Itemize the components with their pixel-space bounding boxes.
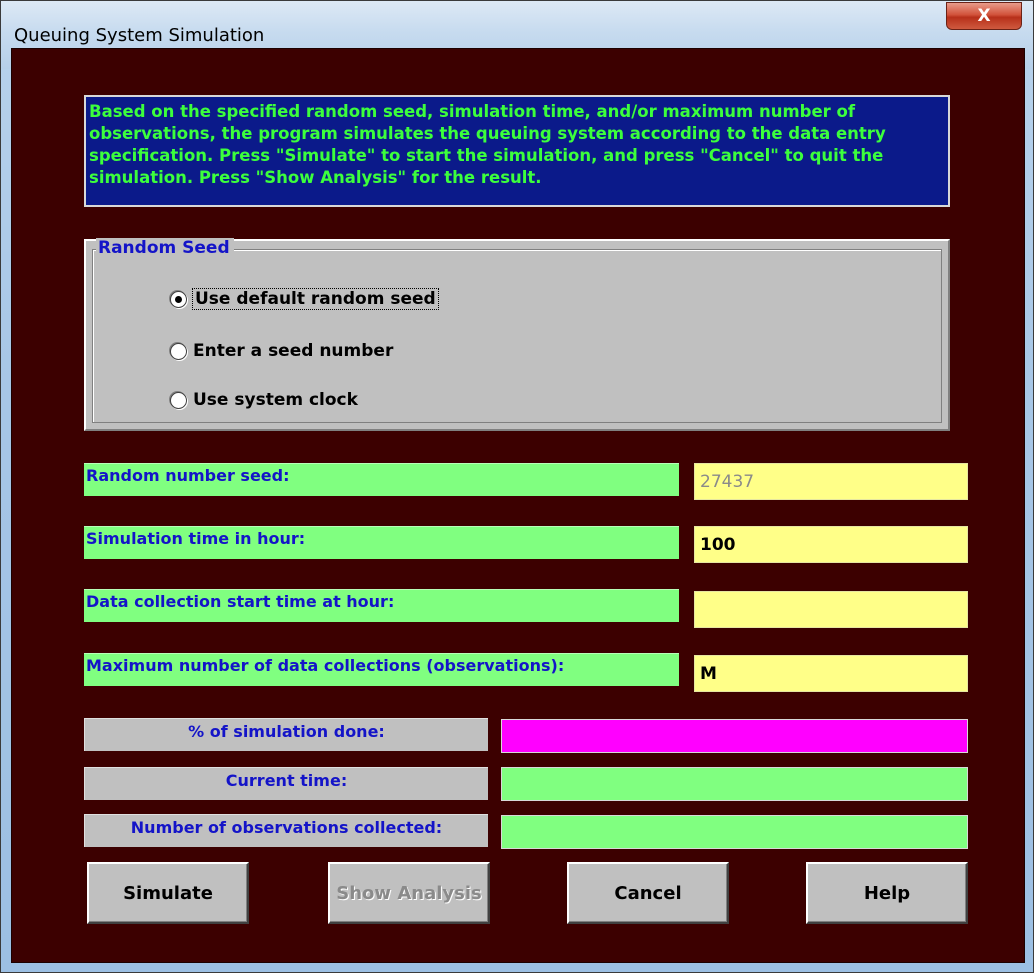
radio-use-system-clock[interactable]: Use system clock	[170, 390, 358, 410]
radio-unselected-icon[interactable]	[170, 391, 187, 409]
current-time-value	[501, 767, 968, 801]
radio-enter-seed-number[interactable]: Enter a seed number	[170, 341, 393, 361]
close-button[interactable]: X	[946, 2, 1022, 30]
percent-done-progress	[501, 719, 968, 753]
random-number-seed-label: Random number seed:	[84, 463, 679, 496]
radio-use-default-seed[interactable]: Use default random seed	[170, 288, 439, 310]
instructions-text: Based on the specified random seed, simu…	[84, 95, 950, 207]
simulation-time-input[interactable]	[694, 526, 968, 563]
random-seed-group: Random Seed Use default random seed Ente…	[84, 238, 950, 431]
radio-label: Enter a seed number	[193, 341, 394, 361]
radio-label: Use system clock	[193, 390, 358, 410]
radio-label: Use default random seed	[192, 288, 439, 310]
observations-collected-label: Number of observations collected:	[84, 814, 488, 847]
help-button[interactable]: Help	[806, 862, 968, 924]
data-collection-start-input[interactable]	[694, 591, 968, 628]
close-icon: X	[977, 6, 991, 26]
show-analysis-button[interactable]: Show Analysis	[328, 862, 490, 924]
radio-selected-icon[interactable]	[170, 290, 187, 308]
window-title: Queuing System Simulation	[14, 25, 265, 46]
simulate-button[interactable]: Simulate	[87, 862, 249, 924]
data-collection-start-label: Data collection start time at hour:	[84, 589, 679, 622]
percent-done-label: % of simulation done:	[84, 718, 488, 751]
max-observations-label: Maximum number of data collections (obse…	[84, 653, 679, 686]
radio-unselected-icon[interactable]	[170, 342, 187, 360]
random-seed-group-title: Random Seed	[96, 238, 234, 258]
dialog-client-area: Based on the specified random seed, simu…	[11, 48, 1025, 963]
current-time-label: Current time:	[84, 767, 488, 800]
cancel-button[interactable]: Cancel	[567, 862, 729, 924]
simulation-time-label: Simulation time in hour:	[84, 526, 679, 559]
queuing-simulation-window: Queuing System Simulation X Based on the…	[0, 0, 1034, 973]
max-observations-input[interactable]	[694, 655, 968, 692]
random-number-seed-input[interactable]	[694, 463, 968, 500]
observations-collected-value	[501, 815, 968, 849]
